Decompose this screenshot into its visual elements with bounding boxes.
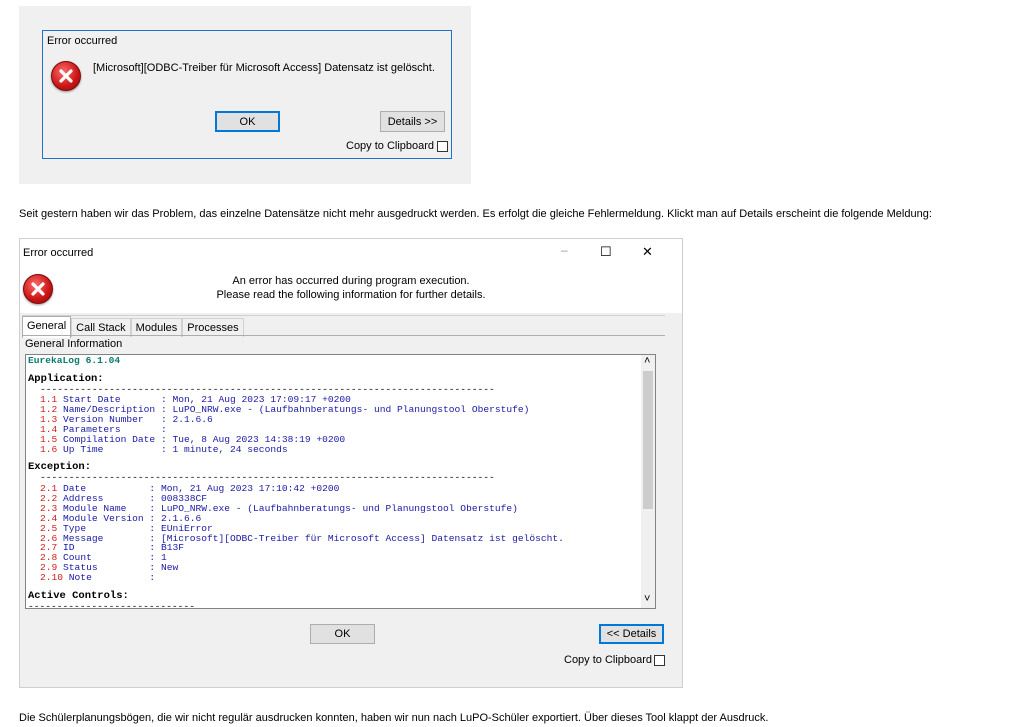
separator: ----------------------------------------… — [40, 472, 495, 483]
copy-to-clipboard-label: Copy to Clipboard — [346, 140, 435, 152]
copy-to-clipboard-label: Copy to Clipboard — [564, 654, 653, 666]
divider — [22, 315, 665, 316]
ok-button[interactable]: OK — [215, 111, 280, 132]
log-row-value: 2.1.6.6 — [172, 413, 213, 425]
log-row-colon: : — [160, 443, 173, 455]
tab-bar: General Call Stack Modules Processes — [22, 316, 244, 338]
log-row-colon: : — [149, 572, 161, 584]
section-label: General Information — [25, 338, 123, 350]
log-row-key: Up Time — [63, 443, 156, 455]
error-message: [Microsoft][ODBC-Treiber für Microsoft A… — [93, 62, 435, 74]
error-log-panel[interactable]: EurekaLog 6.1.04 Application: ----------… — [25, 354, 656, 609]
close-button[interactable]: ✕ — [642, 244, 653, 260]
paragraph-text: Die Schülerplanungsbögen, die wir nicht … — [19, 712, 769, 724]
title-bar: Error occurred – ☐ ✕ — [20, 239, 682, 267]
log-row-value: LuPO_NRW.exe - (Laufbahnberatungs- und P… — [160, 502, 518, 514]
eurekalog-version: EurekaLog 6.1.04 — [28, 355, 121, 366]
log-row-value: [Microsoft][ODBC-Treiber für Microsoft A… — [160, 532, 564, 544]
window-title: Error occurred — [23, 247, 94, 259]
error-icon — [51, 61, 81, 91]
log-row-value: LuPO_NRW.exe - (Laufbahnberatungs- und P… — [172, 403, 530, 415]
log-row-number: 1.6 — [40, 443, 58, 455]
copy-to-clipboard-checkbox[interactable] — [654, 655, 665, 666]
log-row-value: 1 minute, 24 seconds — [172, 443, 288, 455]
log-row-key: Note — [68, 572, 144, 584]
details-button[interactable]: Details >> — [380, 111, 445, 132]
copy-to-clipboard-checkbox[interactable] — [437, 141, 448, 152]
error-dialog-details: Error occurred – ☐ ✕ An error has occurr… — [19, 238, 683, 688]
scroll-down-arrow-icon[interactable]: ˅ — [644, 593, 650, 605]
ok-button[interactable]: OK — [310, 624, 375, 644]
header-panel: An error has occurred during program exe… — [20, 267, 682, 313]
log-row: 2.10 Note : — [40, 573, 161, 583]
scroll-up-arrow-icon[interactable]: ˄ — [644, 355, 650, 367]
log-row-number: 2.10 — [40, 572, 64, 584]
tab-border — [22, 335, 665, 336]
minimize-button[interactable]: – — [561, 243, 568, 257]
error-dialog-small-window: Error occurred [Microsoft][ODBC-Treiber … — [42, 30, 452, 159]
header-line-1: An error has occurred during program exe… — [232, 275, 470, 287]
log-row-value: New — [160, 562, 179, 574]
scrollbar-thumb[interactable] — [643, 371, 653, 509]
paragraph-text: Seit gestern haben wir das Problem, das … — [19, 208, 932, 220]
maximize-button[interactable]: ☐ — [600, 244, 612, 260]
header-line-2: Please read the following information fo… — [216, 289, 486, 301]
separator-short: ----------------------------- — [28, 601, 195, 609]
log-row: 1.6 Up Time : 1 minute, 24 seconds — [40, 443, 288, 455]
dialog-title: Error occurred — [47, 35, 118, 47]
details-button[interactable]: << Details — [599, 624, 664, 644]
